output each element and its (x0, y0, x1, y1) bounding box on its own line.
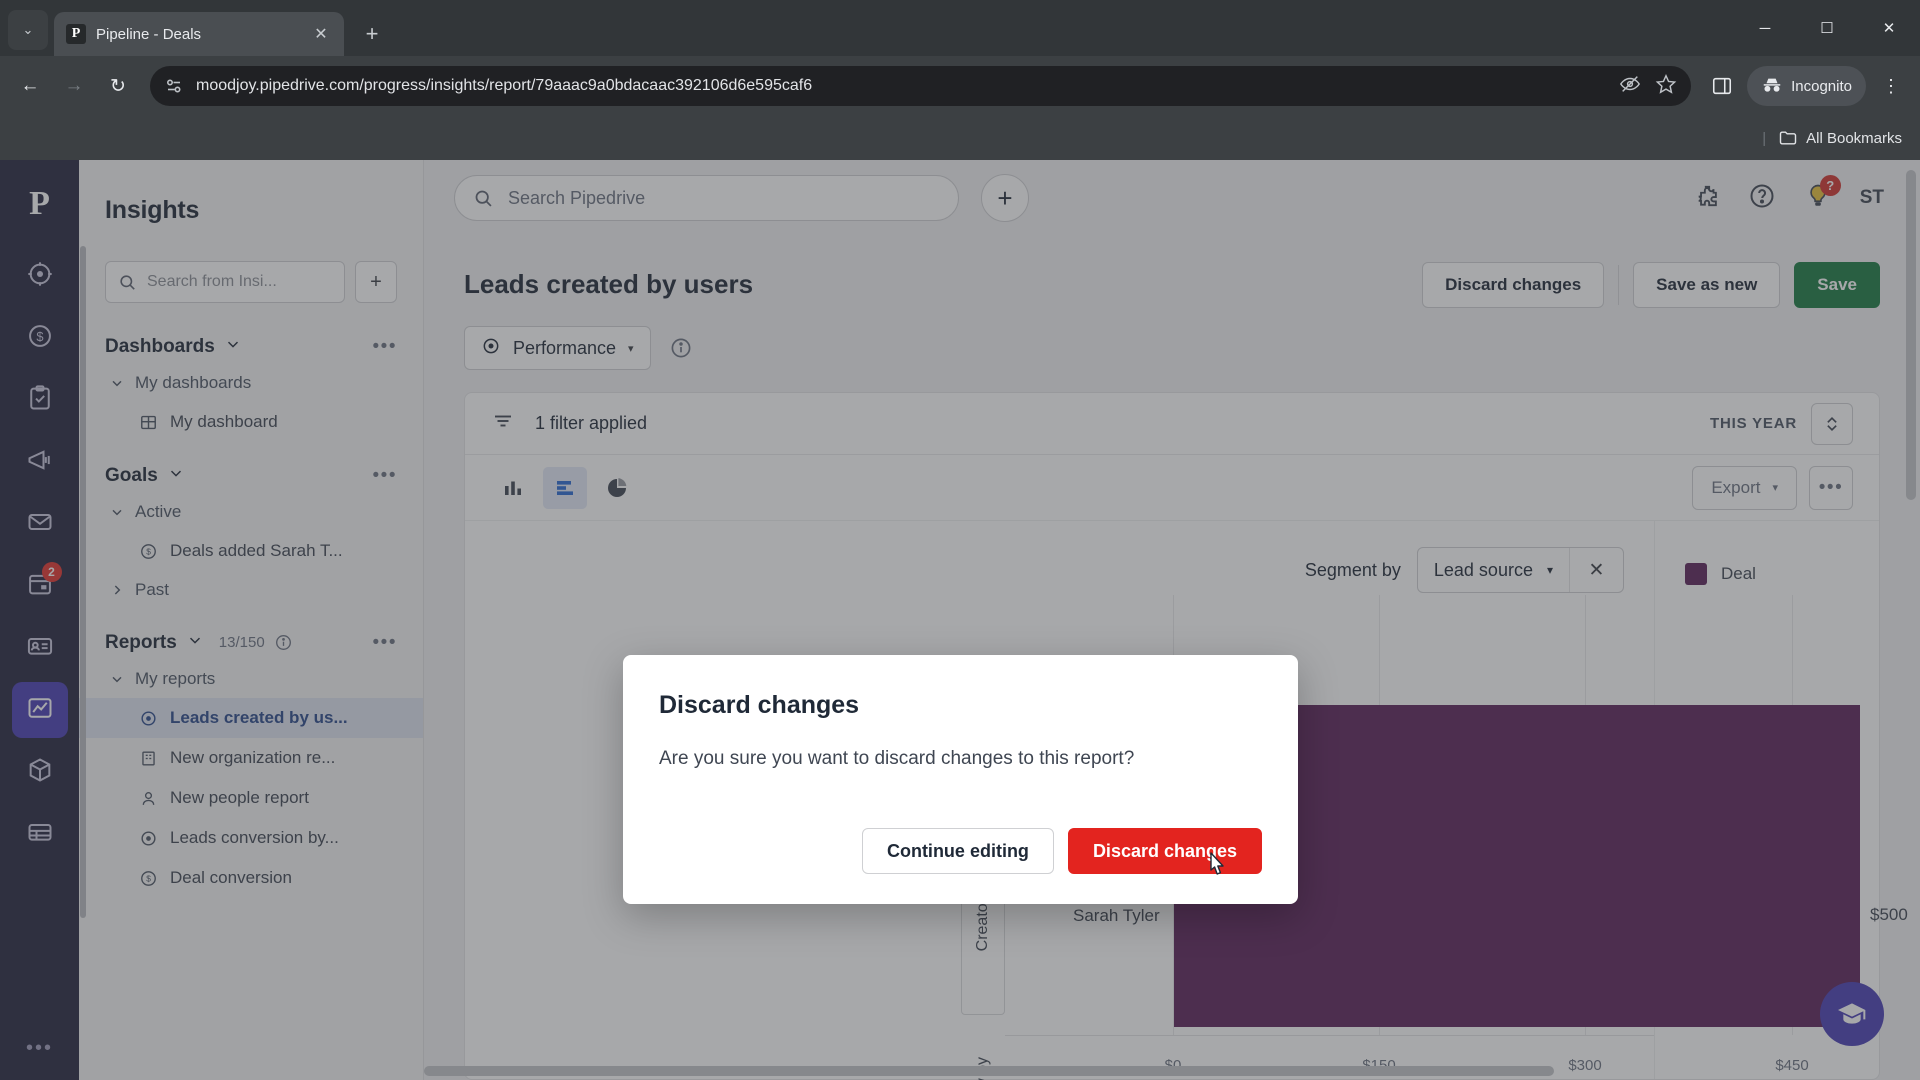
tab-favicon-icon: P (66, 24, 86, 44)
new-tab-button[interactable]: + (354, 16, 390, 52)
browser-window: ⌄ P Pipeline - Deals ✕ + ─ ☐ ✕ ← → ↻ moo… (0, 0, 1920, 1080)
page-content: P $ 2 ••• Insights Search from Insi... +… (0, 160, 1920, 1080)
tab-title: Pipeline - Deals (96, 25, 202, 43)
browser-tab[interactable]: P Pipeline - Deals ✕ (54, 12, 344, 56)
incognito-label: Incognito (1791, 77, 1852, 95)
hide-tracking-icon[interactable] (1619, 73, 1641, 100)
tab-strip: ⌄ P Pipeline - Deals ✕ + ─ ☐ ✕ (0, 0, 1920, 56)
mouse-cursor (1210, 852, 1224, 875)
modal-overlay (0, 160, 1920, 1080)
continue-editing-button[interactable]: Continue editing (861, 828, 1054, 874)
bookmark-star-icon[interactable] (1655, 73, 1677, 100)
maximize-button[interactable]: ☐ (1796, 6, 1858, 50)
browser-toolbar: ← → ↻ moodjoy.pipedrive.com/progress/ins… (0, 56, 1920, 116)
close-window-button[interactable]: ✕ (1858, 6, 1920, 50)
tab-close-icon[interactable]: ✕ (310, 23, 332, 45)
reload-button[interactable]: ↻ (98, 66, 138, 106)
forward-button[interactable]: → (54, 66, 94, 106)
url-text: moodjoy.pipedrive.com/progress/insights/… (196, 77, 813, 94)
address-bar[interactable]: moodjoy.pipedrive.com/progress/insights/… (150, 66, 1692, 106)
browser-menu-icon[interactable]: ⋮ (1872, 67, 1910, 105)
dialog-title: Discard changes (659, 691, 860, 719)
minimize-button[interactable]: ─ (1734, 6, 1796, 50)
all-bookmarks-button[interactable]: All Bookmarks (1778, 128, 1902, 148)
all-bookmarks-label: All Bookmarks (1806, 129, 1902, 147)
dialog-message: Are you sure you want to discard changes… (659, 748, 1135, 769)
incognito-indicator[interactable]: Incognito (1747, 66, 1866, 106)
site-settings-icon[interactable] (164, 76, 184, 96)
bookmarks-bar: | All Bookmarks (0, 116, 1920, 160)
window-controls: ─ ☐ ✕ (1734, 6, 1920, 50)
back-button[interactable]: ← (10, 66, 50, 106)
discard-changes-dialog: Discard changes Are you sure you want to… (623, 655, 1298, 904)
bookmarks-separator: | (1762, 129, 1767, 147)
tab-search-button[interactable]: ⌄ (8, 10, 48, 50)
split-screen-icon[interactable] (1703, 67, 1741, 105)
discard-changes-confirm-button[interactable]: Discard changes (1067, 828, 1262, 874)
